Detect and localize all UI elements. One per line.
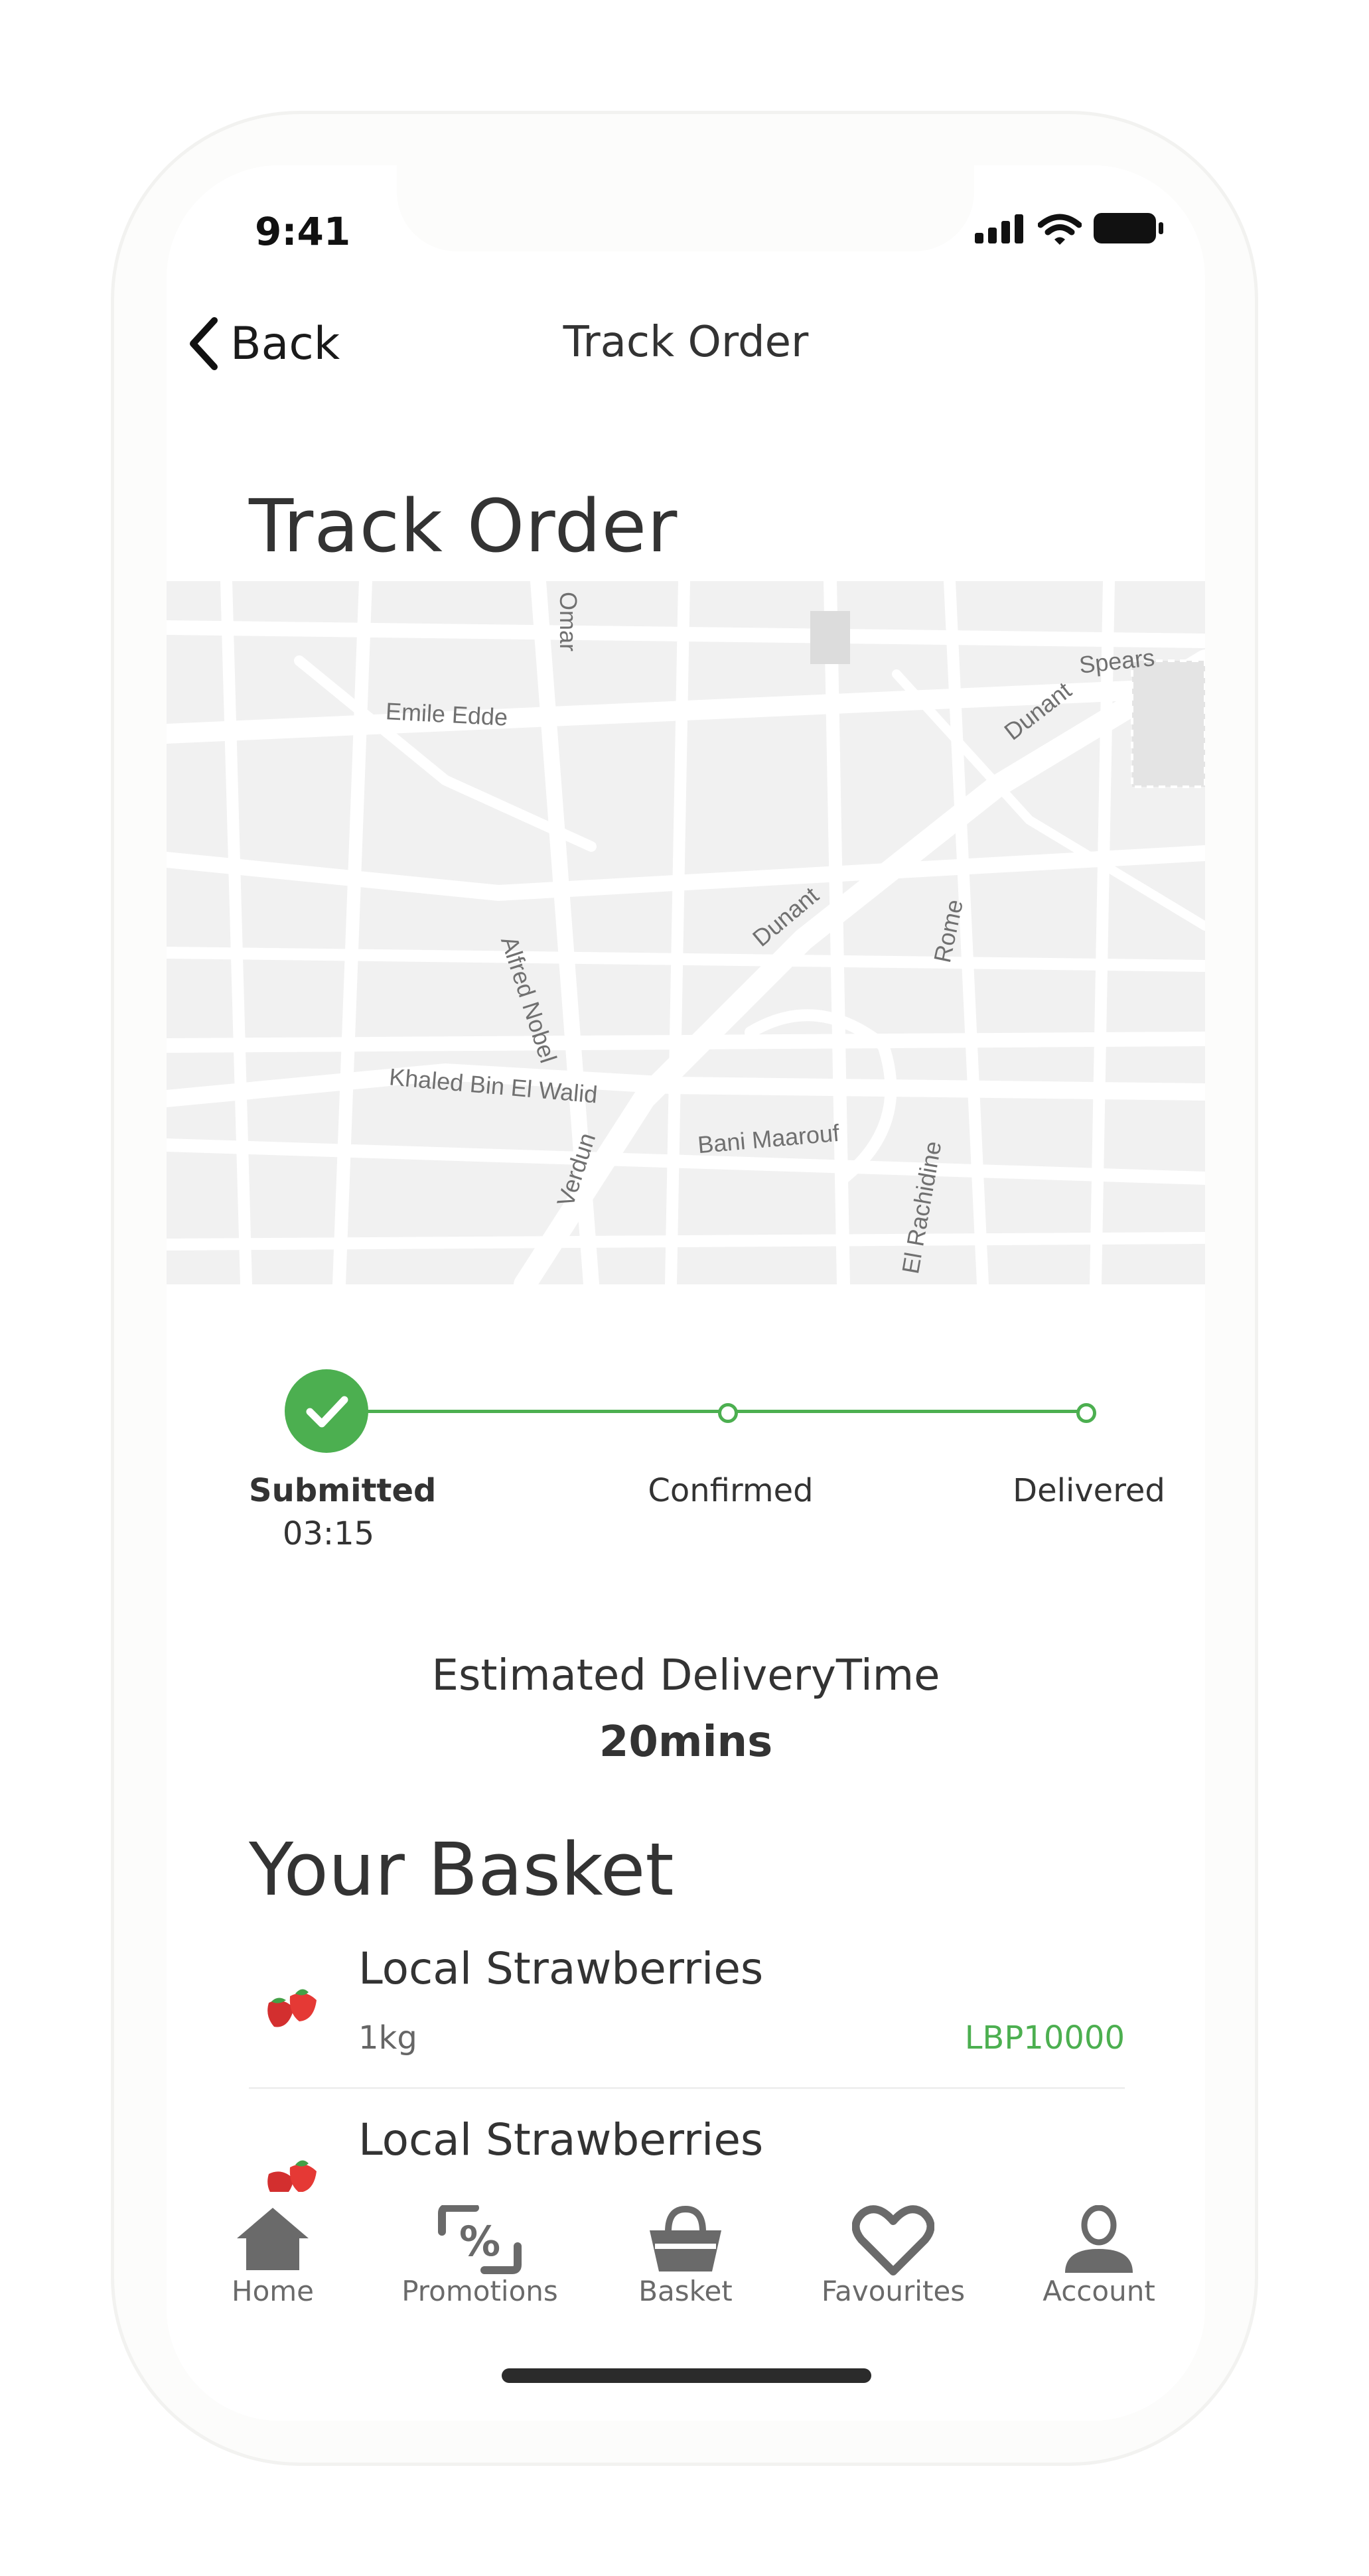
heart-icon: [851, 2205, 935, 2281]
check-icon: [306, 1396, 348, 1428]
tab-label: Favourites: [821, 2275, 966, 2307]
battery-icon: [1094, 212, 1164, 247]
tab-account[interactable]: Account: [999, 2192, 1198, 2325]
app-screen: 9:41 Back Track Order Track Order Omar E…: [167, 165, 1205, 2421]
delivered-step-indicator: [1076, 1403, 1096, 1423]
estimated-delivery-value: 20mins: [599, 1718, 773, 1767]
basket-icon: [646, 2205, 725, 2277]
item-divider: [249, 2087, 1125, 2089]
step-time-submitted: 03:15: [282, 1515, 375, 1552]
nav-title: Track Order: [563, 318, 809, 367]
confirmed-step-indicator: [718, 1403, 738, 1423]
item-name: Local Strawberries: [358, 1943, 764, 1994]
map[interactable]: Omar Emile Edde Spears Dunant Alfred Nob…: [167, 581, 1205, 1284]
estimated-delivery-label: Estimated DeliveryTime: [431, 1651, 940, 1700]
basket-title: Your Basket: [249, 1827, 674, 1912]
page-title: Track Order: [249, 484, 678, 569]
strawberry-icon: [262, 1976, 322, 2036]
step-label-delivered: Delivered: [1013, 1472, 1165, 1509]
tab-label: Home: [231, 2275, 315, 2307]
home-indicator[interactable]: [502, 2368, 871, 2383]
tab-home[interactable]: Home: [173, 2192, 372, 2325]
tab-bar: Home % Promotions Basket Favourites Acco…: [167, 2192, 1205, 2421]
tab-basket[interactable]: Basket: [586, 2192, 785, 2325]
account-icon: [1062, 2204, 1135, 2277]
item-name: Local Strawberries: [358, 2114, 764, 2165]
step-label-submitted: Submitted: [249, 1472, 437, 1509]
home-icon: [234, 2205, 311, 2274]
promotions-icon: %: [437, 2204, 523, 2277]
tab-promotions[interactable]: % Promotions: [380, 2192, 579, 2325]
tab-label: Promotions: [401, 2275, 558, 2307]
basket-item[interactable]: Local Strawberries 1kg LBP10000: [249, 1930, 1125, 2089]
notch: [397, 165, 974, 251]
signal-icon: [975, 213, 1025, 246]
tab-label: Basket: [638, 2275, 733, 2307]
status-time: 9:41: [255, 209, 351, 254]
progress-line: [366, 1410, 721, 1413]
wifi-icon: [1037, 213, 1082, 249]
svg-text:%: %: [459, 2217, 500, 2266]
tab-label: Account: [1043, 2275, 1155, 2307]
progress-line: [734, 1410, 1084, 1413]
submitted-step-indicator: [285, 1369, 368, 1453]
step-label-confirmed: Confirmed: [648, 1472, 814, 1509]
tab-favourites[interactable]: Favourites: [794, 2192, 993, 2325]
street-label: Omar: [555, 592, 582, 651]
item-price: LBP10000: [964, 2019, 1125, 2057]
item-quantity: 1kg: [358, 2019, 417, 2057]
